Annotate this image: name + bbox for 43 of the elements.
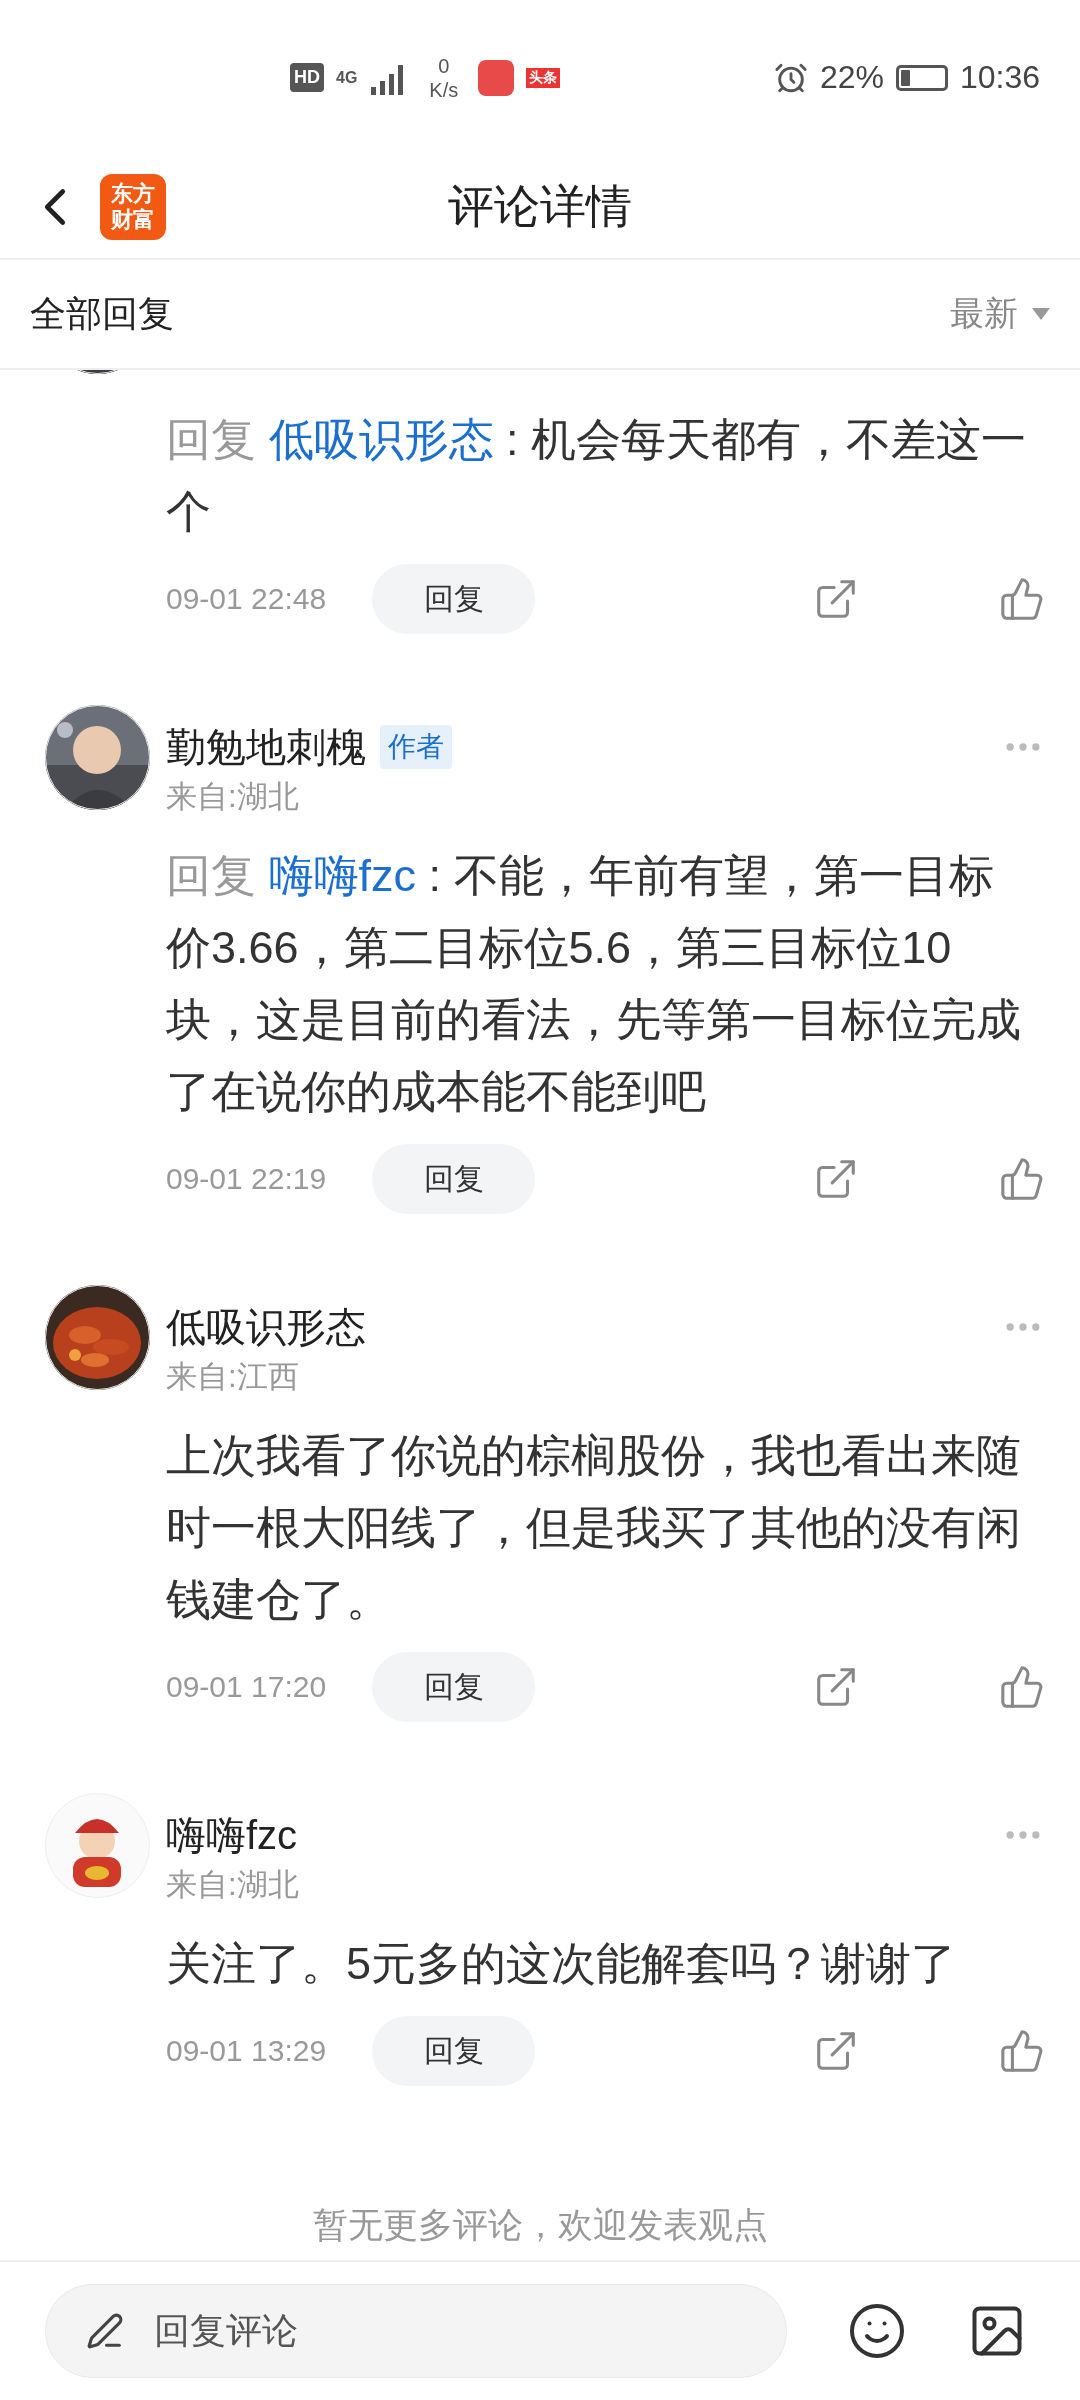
timestamp: 09-01 22:48 bbox=[166, 582, 328, 616]
battery-percent: 22% bbox=[819, 59, 884, 96]
comment-text: 回复 嗨嗨fzc : 不能，年前有望，第一目标价3.66，第二目标位5.6，第三目标位10块，这是目前的看法，先等第一目标位完成了在说你的成本能不能到吧 bbox=[166, 849, 1022, 1119]
like-icon[interactable] bbox=[999, 1156, 1045, 1202]
mention-link[interactable]: 低吸识形态 bbox=[268, 414, 494, 465]
reply-button[interactable]: 回复 bbox=[372, 564, 535, 634]
location-text: 来自:湖北 bbox=[166, 1866, 300, 1904]
hd-icon: HD bbox=[290, 63, 324, 92]
speed-unit: K/s bbox=[429, 77, 459, 102]
reply-button[interactable]: 回复 bbox=[372, 1652, 535, 1722]
location-text: 来自:江西 bbox=[166, 1358, 300, 1396]
section-label: 全部回复 bbox=[30, 291, 174, 336]
page-title: 评论详情 bbox=[448, 179, 632, 232]
app-logo: 东方 财富 bbox=[100, 173, 166, 240]
user-name[interactable]: 低吸识形态 bbox=[166, 1299, 366, 1355]
reply-button[interactable]: 回复 bbox=[372, 1144, 535, 1214]
like-icon[interactable] bbox=[999, 1664, 1045, 1710]
sort-dropdown[interactable]: 最新 bbox=[950, 291, 1050, 337]
user-name[interactable]: 勤勉地刺槐 bbox=[166, 719, 366, 775]
location-text: 来自:湖北 bbox=[166, 778, 300, 816]
comment-input-field[interactable]: 回复评论 bbox=[152, 2300, 746, 2362]
emoji-icon[interactable] bbox=[847, 2301, 907, 2361]
like-icon[interactable] bbox=[999, 2028, 1045, 2074]
author-tag: 作者 bbox=[380, 725, 452, 769]
comment-text: 关注了。5元多的这次能解套吗？谢谢了 bbox=[166, 1937, 958, 1991]
news-app-icon: 头条 bbox=[526, 67, 561, 88]
reply-button[interactable]: 回复 bbox=[372, 2016, 535, 2086]
mention-link[interactable]: 嗨嗨fzc bbox=[268, 850, 417, 901]
timestamp: 09-01 13:29 bbox=[166, 2034, 328, 2068]
clock: 10:36 bbox=[959, 59, 1040, 96]
comment-text: 回复 低吸识形态 : 机会每天都有，不差这一个 bbox=[166, 413, 1028, 539]
dropdown-triangle-icon bbox=[1032, 308, 1050, 320]
timestamp: 09-01 17:20 bbox=[166, 1670, 328, 1704]
battery-icon bbox=[895, 64, 948, 91]
timestamp: 09-01 22:19 bbox=[166, 1162, 328, 1196]
like-icon[interactable] bbox=[999, 576, 1045, 622]
comment-text: 上次我看了你说的棕榈股份，我也看出来随时一根大阳线了，但是我买了其他的没有闲钱建仓了。 bbox=[166, 1429, 1022, 1627]
user-name[interactable]: 嗨嗨fzc bbox=[166, 1807, 298, 1863]
end-note: 暂无更多评论，欢迎发表观点 bbox=[311, 2204, 769, 2246]
pen-icon bbox=[86, 2312, 124, 2350]
network-type: 4G bbox=[336, 68, 358, 87]
comment-box[interactable]: 回复评论 bbox=[45, 2284, 787, 2378]
speed-value: 0 bbox=[438, 53, 450, 78]
